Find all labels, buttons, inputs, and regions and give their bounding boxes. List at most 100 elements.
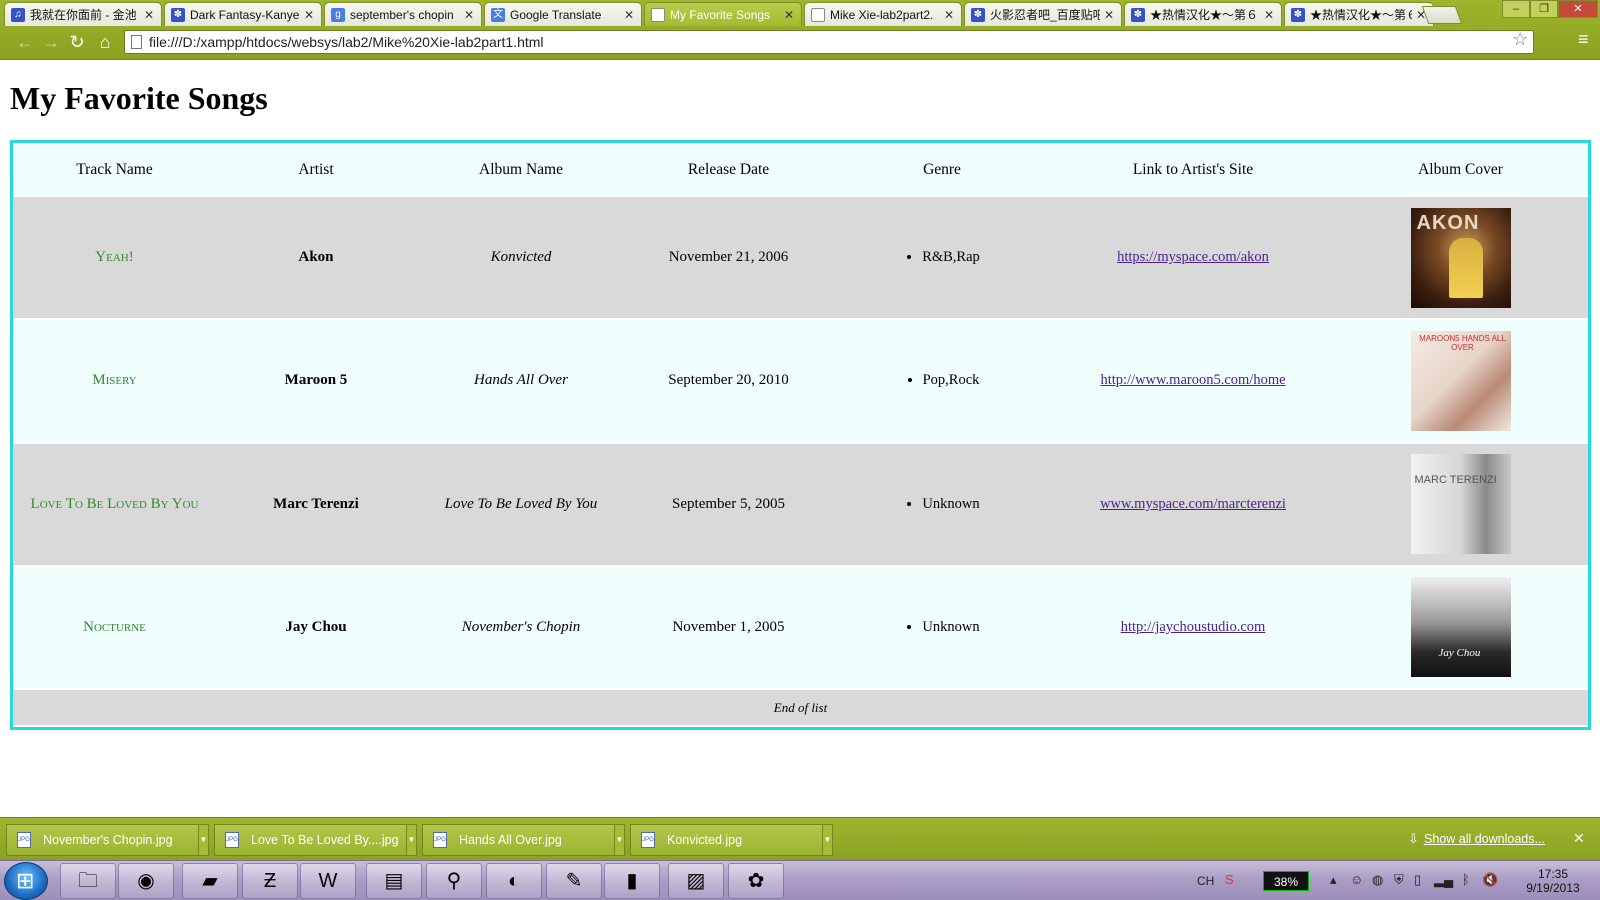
battery-indicator[interactable]: 38% [1263,871,1309,891]
paw-icon: ✽ [971,7,985,22]
pdf-icon[interactable]: ▤ [366,863,422,899]
evernote-icon[interactable]: ✎ [546,863,602,899]
artist-name: Maroon 5 [216,320,416,442]
close-icon[interactable]: ✕ [143,8,155,22]
column-header: Genre [831,145,1053,195]
download-item[interactable]: JPG Love To Be Loved By....jpg [214,824,414,856]
close-icon[interactable]: ✕ [623,8,635,22]
tab-3[interactable]: g september's chopin ✕ [324,2,482,26]
album-cover-image: MARC TERENZI [1410,454,1511,555]
word-icon[interactable]: W [300,863,356,899]
track-name: Love To Be Loved By You [13,443,216,565]
close-icon[interactable]: ✕ [943,8,955,22]
bookmark-star-icon[interactable]: ☆ [1512,29,1528,50]
artist-site-link[interactable]: http://jaychoustudio.com [1121,619,1266,635]
table-row: Nocturne Jay Chou November's Chopin Nove… [13,566,1588,688]
artist-site-link[interactable]: http://www.maroon5.com/home [1100,372,1285,388]
artist-site-link[interactable]: www.myspace.com/marcterenzi [1100,496,1286,512]
cover-text: AKON [1416,211,1480,234]
track-name: Misery [13,320,216,442]
toolbar: ← → ↻ ⌂ file:///D:/xampp/htdocs/websys/l… [0,27,1600,59]
network-signal-icon[interactable]: ▂▄ [1434,872,1453,888]
artist-site-link[interactable]: https://myspace.com/akon [1117,249,1269,265]
page-icon [131,35,142,49]
tab-title: ★热情汉化★～第６ [1310,8,1412,22]
sticky-notes-icon[interactable]: ▮ [604,863,660,899]
eclipse-icon[interactable]: ◐ [486,863,542,899]
page-content: My Favorite Songs Track Name Artist Albu… [0,60,1600,817]
chrome-icon[interactable]: ◉ [118,863,174,899]
download-item[interactable]: JPG November's Chopin.jpg [6,824,206,856]
album-cover-image: Jay Chou [1410,577,1511,678]
close-icon[interactable]: ✕ [1573,830,1585,847]
tab-4[interactable]: 文 Google Translate ✕ [484,2,642,26]
show-hidden-icons-icon[interactable]: ▴ [1330,872,1337,888]
tab-8[interactable]: ✽ ★热情汉化★～第６ ✕ [1124,2,1282,26]
tab-6[interactable]: Mike Xie-lab2part2. ✕ [804,2,962,26]
google-icon: g [331,7,345,22]
jpg-file-icon: JPG [225,832,239,848]
download-menu-caret[interactable]: ▼ [822,824,833,856]
qq-icon[interactable]: ☺ [1350,872,1363,887]
download-menu-caret[interactable]: ▼ [614,824,625,856]
close-icon[interactable]: ✕ [303,8,315,22]
new-tab-button[interactable] [1421,6,1463,24]
cover-text: MAROON5 HANDS ALL OVER [1419,333,1506,352]
menu-icon[interactable]: ≡ [1578,29,1589,50]
downloads-shelf: JPG November's Chopin.jpg ▼ JPG Love To … [0,817,1600,860]
download-filename: Love To Be Loved By....jpg [251,833,399,847]
album-cover-image: AKON [1410,207,1511,308]
folder-icon[interactable]: ▰ [182,863,238,899]
address-bar[interactable]: file:///D:/xampp/htdocs/websys/lab2/Mike… [124,30,1534,54]
close-icon[interactable]: ✕ [463,8,475,22]
volume-muted-icon[interactable]: 🔇 [1482,872,1498,888]
table-header-row: Track Name Artist Album Name Release Dat… [13,145,1588,195]
device-icon[interactable]: ▯ [1414,872,1421,888]
tab-7[interactable]: ✽ 火影忍者吧_百度贴吧 ✕ [964,2,1122,26]
album-cover-image: MAROON5 HANDS ALL OVER [1410,330,1511,431]
start-button[interactable] [4,862,48,900]
headphones-icon: ♫ [11,7,25,22]
tab-5[interactable]: My Favorite Songs ✕ [644,2,802,26]
tab-9[interactable]: ✽ ★热情汉化★～第６ ✕ [1284,2,1434,26]
artist-name: Akon [216,197,416,319]
reload-icon[interactable]: ↻ [66,31,88,53]
album-name: Konvicted [416,197,626,319]
download-item[interactable]: JPG Hands All Over.jpg [422,824,622,856]
window-close-button[interactable]: ✕ [1558,0,1598,18]
genre-item: Unknown [922,619,979,636]
forward-icon[interactable]: → [40,31,62,53]
home-icon[interactable]: ⌂ [94,31,116,53]
column-header: Track Name [13,145,216,195]
close-icon[interactable]: ✕ [1103,8,1115,22]
genre-item: R&B,Rap [922,249,980,266]
tab-title: september's chopin [350,7,454,22]
system-clock[interactable]: 17:35 9/19/2013 [1518,867,1588,895]
tab-title: 火影忍者吧_百度贴吧 [990,8,1100,22]
ime-icon[interactable]: S [1225,872,1234,887]
restore-button[interactable]: ❐ [1530,0,1558,18]
minimize-button[interactable]: – [1502,0,1530,18]
download-menu-caret[interactable]: ▼ [198,824,209,856]
paint-icon[interactable]: ✿ [728,863,784,899]
input-language[interactable]: CH [1197,874,1214,888]
column-header: Album Cover [1333,145,1588,195]
album-cover-cell: AKON [1333,197,1588,319]
tab-1[interactable]: ♫ 我就在你面前 - 金池 ✕ [4,2,162,26]
search-tool-icon[interactable]: ⚲ [426,863,482,899]
filezilla-icon[interactable]: Ƶ [242,863,298,899]
download-menu-caret[interactable]: ▼ [406,824,417,856]
tab-2[interactable]: ✽ Dark Fantasy-Kanye ✕ [164,2,322,26]
back-icon[interactable]: ← [14,31,36,53]
release-date: November 1, 2005 [626,566,831,688]
close-icon[interactable]: ✕ [783,8,795,22]
tab-title: ★热情汉化★～第６ [1150,8,1259,22]
download-item[interactable]: JPG Konvicted.jpg [630,824,830,856]
antivirus-icon[interactable]: ◍ [1372,872,1383,888]
shield-icon[interactable]: ⛨ [1394,872,1404,888]
show-all-downloads-link[interactable]: Show all downloads... [1424,832,1545,846]
bluetooth-icon[interactable]: ᛒ [1462,872,1470,887]
file-explorer-icon[interactable]: 🗀 [60,863,116,899]
chart-app-icon[interactable]: ▨ [668,863,724,899]
close-icon[interactable]: ✕ [1263,8,1275,22]
